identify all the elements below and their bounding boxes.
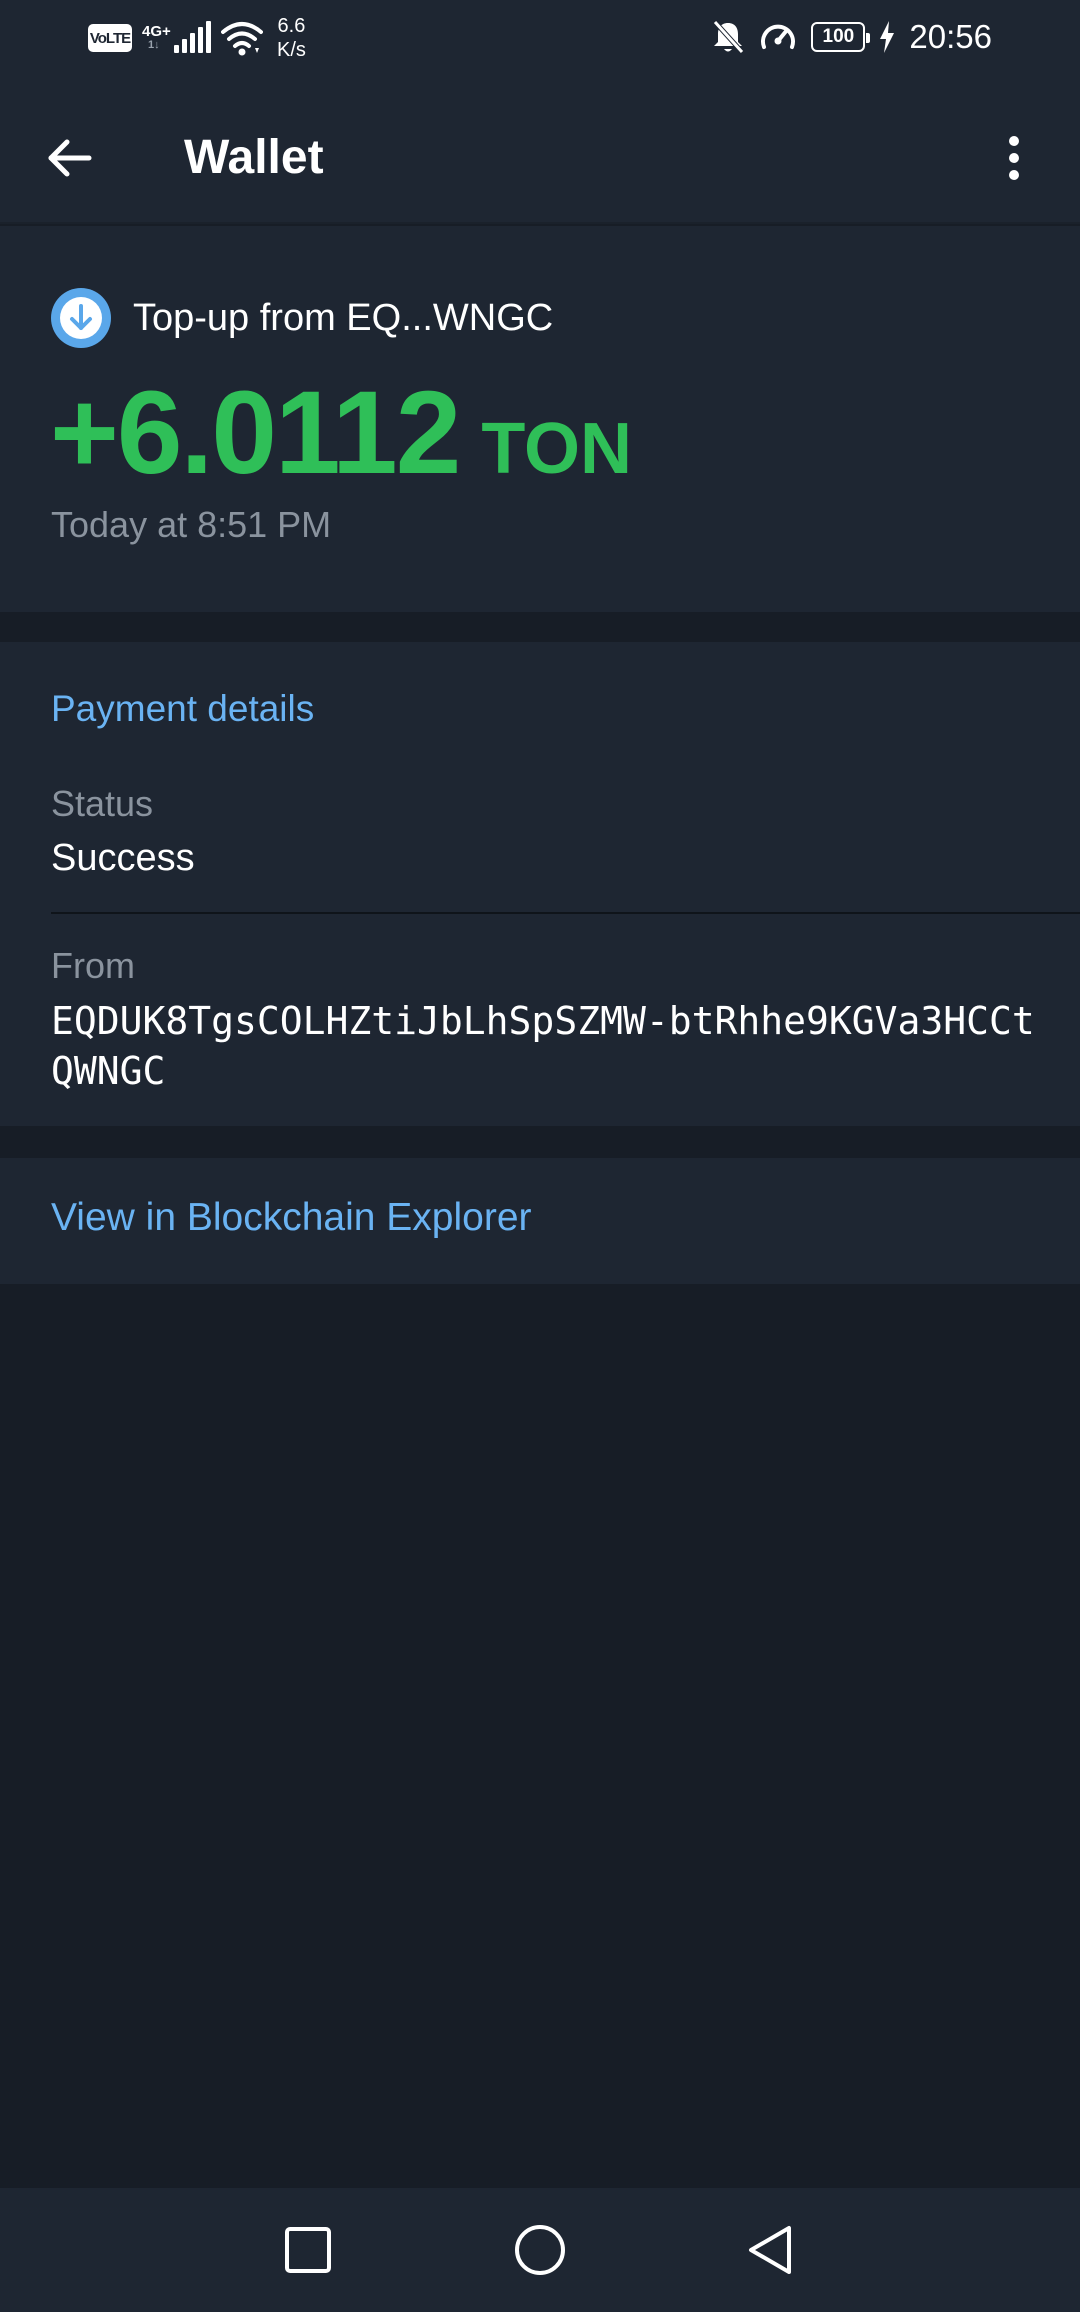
square-icon	[285, 2227, 331, 2273]
incoming-icon	[51, 288, 111, 348]
arrow-down-icon	[70, 304, 92, 330]
network-speed: 6.6 K/s	[277, 14, 306, 62]
status-value: Success	[51, 837, 195, 879]
from-row[interactable]: From EQDUK8TgsCOLHZtiJbLhSpSZMW-btRhhe9K…	[51, 942, 1051, 1096]
amount-value: +6.0112	[50, 367, 461, 499]
status-bar-left: VoLTE 4G+ 1↓ 6.6 K/s	[88, 14, 306, 62]
from-label: From	[51, 945, 135, 986]
network-activity-label: 1↓	[148, 39, 160, 51]
status-time: 20:56	[909, 18, 992, 55]
network-type-icon: 4G+ 1↓	[142, 23, 171, 53]
transaction-heading: Top-up from EQ...WNGC	[51, 288, 553, 348]
network-speed-unit: K/s	[277, 39, 306, 61]
wallet-screen: VoLTE 4G+ 1↓ 6.6 K/s 100 20:56 Wallet To…	[0, 0, 1080, 2312]
speedometer-icon	[761, 24, 796, 49]
triangle-icon	[749, 2226, 791, 2274]
section-title: Payment details	[51, 688, 315, 729]
payment-details-section: Payment details Status Success From EQDU…	[0, 642, 1080, 1126]
wifi-icon	[221, 22, 263, 56]
network-type-label: 4G+	[142, 23, 171, 40]
arrow-left-icon	[48, 139, 92, 177]
top-app-bar: Wallet	[0, 82, 1080, 224]
circle-icon	[515, 2225, 565, 2275]
system-nav-bar	[0, 2188, 1080, 2312]
transaction-amount: +6.0112 TON	[50, 368, 632, 498]
transaction-summary: Top-up from EQ...WNGC +6.0112 TON Today …	[0, 226, 1080, 612]
from-address[interactable]: EQDUK8TgsCOLHZtiJbLhSpSZMW-btRhhe9KGVa3H…	[51, 996, 1041, 1096]
transaction-title: Top-up from EQ...WNGC	[133, 296, 554, 339]
battery-icon: 100	[811, 22, 871, 52]
transaction-date: Today at 8:51 PM	[51, 504, 332, 545]
explorer-section[interactable]: View in Blockchain Explorer	[0, 1158, 1080, 1284]
divider	[51, 912, 1080, 914]
status-row: Status Success	[51, 780, 195, 884]
amount-currency: TON	[481, 409, 633, 489]
status-bar-right: 100 20:56	[711, 18, 992, 56]
more-options-button[interactable]	[978, 122, 1050, 194]
bell-off-icon	[713, 20, 745, 54]
status-label: Status	[51, 783, 154, 824]
charging-icon	[880, 21, 895, 53]
page-title: Wallet	[184, 131, 324, 184]
back-button[interactable]	[34, 122, 106, 194]
signal-strength-icon	[174, 21, 211, 53]
volte-icon: VoLTE	[88, 24, 132, 52]
view-in-explorer-link[interactable]: View in Blockchain Explorer	[51, 1196, 532, 1240]
status-bar: VoLTE 4G+ 1↓ 6.6 K/s 100 20:56	[0, 0, 1080, 82]
recents-button[interactable]	[276, 2218, 340, 2282]
home-button[interactable]	[508, 2218, 572, 2282]
back-nav-button[interactable]	[738, 2218, 802, 2282]
network-speed-value: 6.6	[277, 15, 306, 37]
more-vertical-icon	[1009, 136, 1019, 180]
